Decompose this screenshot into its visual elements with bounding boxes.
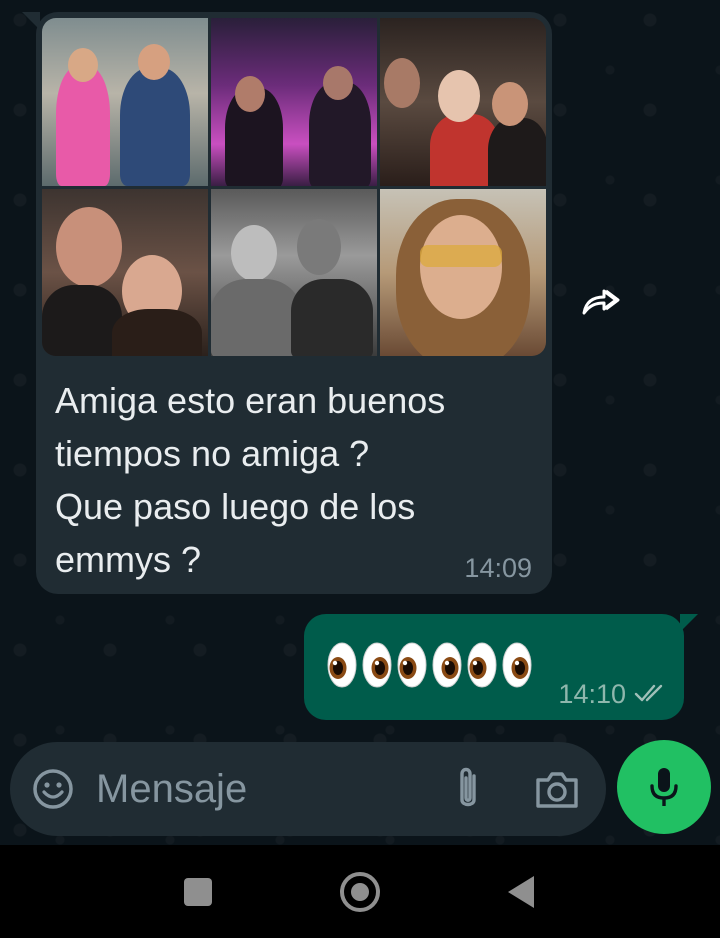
photo-face bbox=[297, 218, 341, 275]
paperclip-icon[interactable] bbox=[448, 764, 488, 814]
photo-glasses bbox=[420, 244, 502, 267]
album-photo[interactable] bbox=[380, 18, 546, 186]
message-composer bbox=[10, 742, 606, 836]
outgoing-message-emoji bbox=[326, 640, 533, 690]
message-line: tiempos no amiga ? bbox=[55, 433, 370, 474]
photo-face bbox=[68, 48, 98, 82]
photo-figure bbox=[56, 66, 110, 186]
photo-face bbox=[138, 44, 170, 80]
back-button[interactable] bbox=[508, 876, 534, 908]
album-photo[interactable] bbox=[380, 188, 546, 356]
album-photo[interactable] bbox=[42, 188, 208, 356]
forward-icon bbox=[582, 289, 620, 315]
photo-face bbox=[384, 58, 420, 108]
photo-face bbox=[323, 66, 353, 100]
photo-figure bbox=[112, 308, 202, 356]
photo-face bbox=[420, 214, 502, 319]
message-line: Amiga esto eran buenos bbox=[55, 380, 446, 421]
mic-icon bbox=[650, 768, 678, 806]
system-navigation-bar bbox=[0, 845, 720, 938]
album-photo[interactable] bbox=[211, 188, 377, 356]
eye-emoji bbox=[327, 642, 357, 688]
photo-figure bbox=[42, 284, 122, 356]
message-input[interactable] bbox=[96, 766, 396, 812]
photo-figure bbox=[291, 278, 373, 356]
eye-emoji bbox=[397, 642, 427, 688]
photo-face bbox=[492, 82, 528, 126]
eye-emoji bbox=[467, 642, 497, 688]
incoming-message-bubble[interactable]: Amiga esto eran buenos tiempos no amiga … bbox=[22, 12, 552, 594]
photo-face bbox=[235, 76, 265, 112]
eye-emoji bbox=[432, 642, 462, 688]
outgoing-message-time: 14:10 bbox=[558, 679, 626, 709]
recents-button[interactable] bbox=[184, 878, 212, 906]
photo-face bbox=[231, 224, 277, 281]
message-line: emmys ? bbox=[55, 539, 202, 580]
incoming-message-time: 14:09 bbox=[464, 553, 532, 583]
camera-icon[interactable] bbox=[534, 768, 580, 810]
photo-album[interactable] bbox=[42, 18, 546, 356]
photo-face bbox=[56, 206, 122, 287]
forward-button[interactable] bbox=[578, 280, 622, 324]
eye-emoji bbox=[362, 642, 392, 688]
message-line: Que paso luego de los bbox=[55, 486, 416, 527]
outgoing-message-bubble[interactable]: 14:10 bbox=[304, 614, 698, 720]
photo-figure bbox=[488, 118, 546, 186]
incoming-message-text: Amiga esto eran buenos tiempos no amiga … bbox=[55, 374, 535, 586]
photo-face bbox=[438, 70, 480, 122]
album-photo[interactable] bbox=[42, 18, 208, 186]
emoji-icon[interactable] bbox=[32, 768, 74, 810]
album-photo[interactable] bbox=[211, 18, 377, 186]
photo-figure bbox=[120, 68, 190, 186]
double-check-icon bbox=[634, 684, 663, 702]
home-button[interactable] bbox=[340, 872, 380, 912]
mic-button[interactable] bbox=[617, 740, 711, 834]
photo-figure bbox=[211, 278, 301, 356]
eye-emoji bbox=[502, 642, 532, 688]
